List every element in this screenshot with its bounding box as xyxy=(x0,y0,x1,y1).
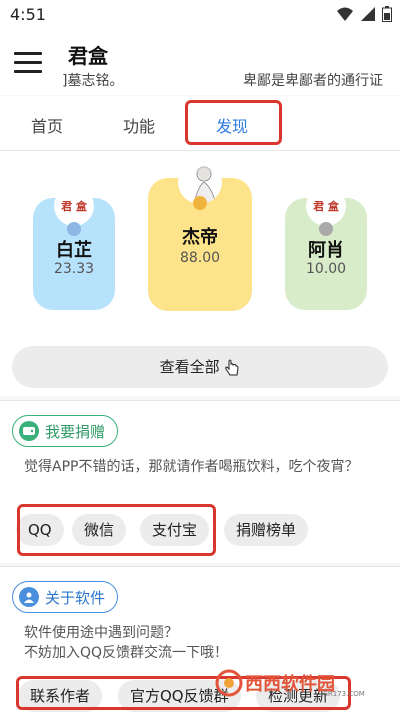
svg-text:西西软件园: 西西软件园 xyxy=(245,673,335,695)
status-bar: 4:51 xyxy=(0,0,400,30)
app-title: 君盒 xyxy=(68,44,108,68)
rank-score: 23.33 xyxy=(53,261,95,277)
battery-icon xyxy=(382,6,392,22)
tab-features[interactable]: 功能 xyxy=(123,113,155,137)
medal-bronze-icon xyxy=(319,222,333,236)
donate-section: 我要捐赠 觉得APP不错的话，那就请作者喝瓶饮料，吃个夜宵？ QQ 微信 支付宝… xyxy=(0,400,400,563)
about-description-line1: 软件使用途中遇到问题？ xyxy=(24,625,178,641)
rank-card-3[interactable]: 君 盒 阿肖 10.00 xyxy=(285,186,367,310)
pointer-hand-icon xyxy=(225,359,239,375)
tab-home[interactable]: 首页 xyxy=(31,113,63,137)
medal-silver-icon xyxy=(67,222,81,236)
about-title: 关于软件 xyxy=(45,588,106,607)
tab-highlight-box xyxy=(185,100,282,145)
donation-list-button[interactable]: 捐赠榜单 xyxy=(224,514,309,546)
avatar-text: 君 盒 xyxy=(61,200,87,213)
rank-score: 10.00 xyxy=(305,261,347,277)
rank-name: 阿肖 xyxy=(308,240,344,261)
view-all-button[interactable]: 查看全部 xyxy=(12,346,388,388)
donate-title-pill: 我要捐赠 xyxy=(12,415,119,447)
marquee-left: ]墓志铭。 xyxy=(62,73,124,89)
about-title-pill: 关于软件 xyxy=(12,581,119,613)
avatar-text: 君 盒 xyxy=(313,200,339,213)
rank-name: 杰帝 xyxy=(182,227,218,248)
avatar: 君 盒 xyxy=(54,186,94,226)
app-bar: 君盒 ]墓志铭。 卑鄙是卑鄙者的通行证 xyxy=(0,30,400,95)
rank-score: 88.00 xyxy=(179,250,221,266)
medal-gold-icon xyxy=(193,196,207,210)
about-description-line2: 不妨加入QQ反馈群交流一下哦！ xyxy=(24,645,229,661)
donate-description: 觉得APP不错的话，那就请作者喝瓶饮料，吃个夜宵？ xyxy=(24,459,359,475)
site-watermark-logo: 西西软件园 CR173.COM xyxy=(215,666,385,700)
user-icon xyxy=(19,587,39,607)
watermark-logo-icon: 西西软件园 CR173.COM xyxy=(215,669,365,698)
marquee-right: 卑鄙是卑鄙者的通行证 xyxy=(243,73,383,89)
donate-title: 我要捐赠 xyxy=(45,422,106,441)
rank-name: 白芷 xyxy=(56,240,92,261)
view-all-label: 查看全部 xyxy=(159,358,220,376)
marquee-text: ]墓志铭。 卑鄙是卑鄙者的通行证 xyxy=(0,70,400,90)
avatar: 君 盒 xyxy=(306,186,346,226)
rank-card-1[interactable]: 杰帝 88.00 xyxy=(148,160,252,311)
svg-text:CR173.COM: CR173.COM xyxy=(323,690,365,698)
status-time: 4:51 xyxy=(10,5,46,24)
wallet-icon xyxy=(19,421,39,441)
rank-card-2[interactable]: 君 盒 白芷 23.33 xyxy=(33,186,115,310)
wifi-icon xyxy=(337,7,353,21)
donate-highlight-box xyxy=(17,504,216,556)
status-icons xyxy=(336,6,392,22)
signal-icon xyxy=(361,7,375,21)
